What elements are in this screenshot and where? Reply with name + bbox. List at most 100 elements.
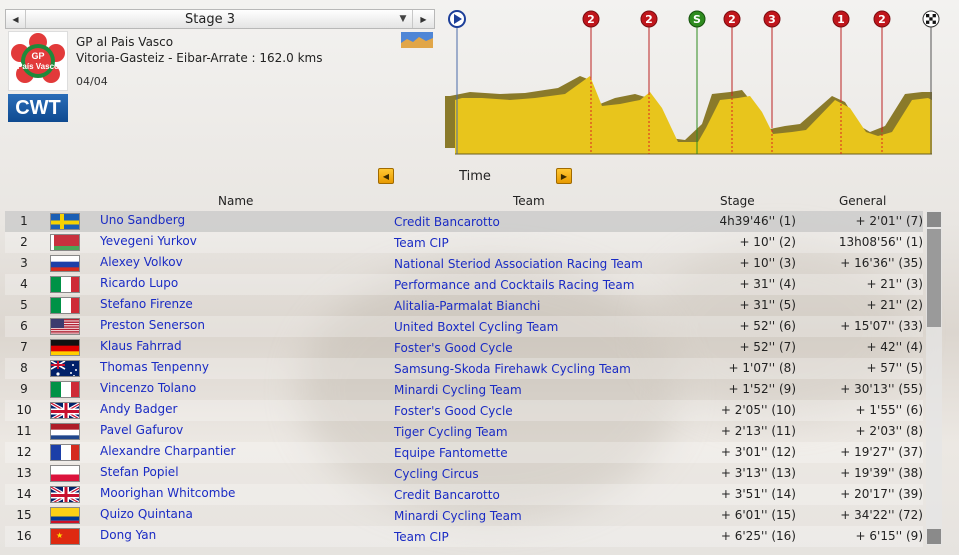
team-name-link[interactable]: Foster's Good Cycle — [394, 401, 513, 422]
prev-stage-button[interactable]: ◀ — [6, 10, 26, 28]
team-name-link[interactable]: Samsung-Skoda Firehawk Cycling Team — [394, 359, 631, 380]
general-time-cell: + 15'07'' (33) — [840, 319, 923, 333]
sprint-marker-icon[interactable]: S — [688, 10, 706, 28]
triangle-down-icon: ▼ — [399, 14, 407, 24]
team-name-link[interactable]: Minardi Cycling Team — [394, 506, 522, 527]
table-row[interactable]: 14 Moorighan Whitcombe Credit Bancarotto… — [5, 484, 923, 505]
stage-dropdown-button[interactable]: ▼ — [394, 14, 412, 24]
column-header-team[interactable]: Team — [513, 194, 545, 208]
stage-time-cell: + 3'01'' (12) — [720, 445, 796, 459]
rank-cell: 7 — [20, 340, 28, 354]
rider-name-link[interactable]: Yevegeni Yurkov — [100, 231, 197, 252]
rider-name-link[interactable]: Vincenzo Tolano — [100, 378, 196, 399]
rider-name-link[interactable]: Pavel Gafurov — [100, 420, 183, 441]
table-row[interactable]: 3 Alexey Volkov National Steriod Associa… — [5, 253, 923, 274]
scroll-down-button[interactable] — [927, 529, 941, 544]
climb-marker-icon[interactable]: 2 — [640, 10, 658, 28]
climb-marker-icon[interactable]: 2 — [873, 10, 891, 28]
results-scrollbar[interactable] — [926, 211, 942, 545]
team-name-link[interactable]: National Steriod Association Racing Team — [394, 254, 643, 275]
stage-selector[interactable]: ◀ Stage 3 ▼ ▶ — [5, 9, 435, 29]
scroll-up-button[interactable] — [927, 212, 941, 227]
team-name-link[interactable]: Team CIP — [394, 527, 449, 548]
rank-cell: 8 — [20, 361, 28, 375]
team-name-link[interactable]: Team CIP — [394, 233, 449, 254]
table-row[interactable]: 6 Preston Senerson United Boxtel Cycling… — [5, 316, 923, 337]
general-time-cell: + 30'13'' (55) — [840, 382, 923, 396]
stage-time-cell: + 31'' (5) — [739, 298, 796, 312]
table-row[interactable]: 16 ★ Dong Yan Team CIP + 6'25'' (16) + 6… — [5, 526, 923, 547]
rider-name-link[interactable]: Alexey Volkov — [100, 252, 183, 273]
finish-flag-icon[interactable] — [922, 10, 940, 28]
table-row[interactable]: 4 Ricardo Lupo Performance and Cocktails… — [5, 274, 923, 295]
rank-cell: 13 — [16, 466, 32, 480]
team-name-link[interactable]: Alitalia-Parmalat Bianchi — [394, 296, 540, 317]
rider-name-link[interactable]: Dong Yan — [100, 525, 156, 546]
country-flag-icon — [50, 465, 80, 482]
table-row[interactable]: 13 Stefan Popiel Cycling Circus + 3'13''… — [5, 463, 923, 484]
team-name-link[interactable]: Tiger Cycling Team — [394, 422, 508, 443]
column-header-stage[interactable]: Stage — [720, 194, 755, 208]
climb-marker-icon[interactable]: 2 — [723, 10, 741, 28]
team-name-link[interactable]: Minardi Cycling Team — [394, 380, 522, 401]
rider-name-link[interactable]: Preston Senerson — [100, 315, 205, 336]
rank-cell: 6 — [20, 319, 28, 333]
race-name: GP al Pais Vasco — [76, 35, 174, 49]
table-row[interactable]: 9 Vincenzo Tolano Minardi Cycling Team +… — [5, 379, 923, 400]
climb-marker-icon[interactable]: 3 — [763, 10, 781, 28]
team-name-link[interactable]: Cycling Circus — [394, 464, 479, 485]
team-name-link[interactable]: Foster's Good Cycle — [394, 338, 513, 359]
race-route: Vitoria-Gasteiz - Eibar-Arrate : 162.0 k… — [76, 51, 323, 65]
rider-name-link[interactable]: Klaus Fahrrad — [100, 336, 182, 357]
stage-time-cell: + 2'05'' (10) — [720, 403, 796, 417]
table-row[interactable]: 10 Andy Badger Foster's Good Cycle + 2'0… — [5, 400, 923, 421]
table-row[interactable]: 15 Quizo Quintana Minardi Cycling Team +… — [5, 505, 923, 526]
team-name-link[interactable]: Equipe Fantomette — [394, 443, 508, 464]
rank-cell: 10 — [16, 403, 32, 417]
scrollbar-thumb[interactable] — [927, 229, 941, 327]
climb-marker-icon[interactable]: 2 — [582, 10, 600, 28]
team-name-link[interactable]: Credit Bancarotto — [394, 485, 500, 506]
rank-cell: 9 — [20, 382, 28, 396]
table-row[interactable]: 11 Pavel Gafurov Tiger Cycling Team + 2'… — [5, 421, 923, 442]
climb-marker-icon[interactable]: 1 — [832, 10, 850, 28]
rider-name-link[interactable]: Ricardo Lupo — [100, 273, 178, 294]
stage-time-cell: + 31'' (4) — [739, 277, 796, 291]
climb-category: 2 — [645, 13, 653, 26]
climb-category: 1 — [837, 13, 845, 26]
table-row[interactable]: 2 Yevegeni Yurkov Team CIP + 10'' (2) 13… — [5, 232, 923, 253]
general-time-cell: + 57'' (5) — [866, 361, 923, 375]
rank-cell: 4 — [20, 277, 28, 291]
svg-text:★: ★ — [56, 531, 63, 540]
country-flag-icon — [50, 276, 80, 293]
table-row[interactable]: 1 Uno Sandberg Credit Bancarotto 4h39'46… — [5, 211, 923, 232]
stage-time-cell: + 3'51'' (14) — [720, 487, 796, 501]
country-flag-icon — [50, 213, 80, 230]
country-flag-icon — [50, 423, 80, 440]
stage-profile-chart: 2 2 S 2 3 1 2 — [445, 10, 940, 155]
column-header-name[interactable]: Name — [218, 194, 253, 208]
team-name-link[interactable]: Credit Bancarotto — [394, 212, 500, 233]
column-header-general[interactable]: General — [839, 194, 886, 208]
team-name-link[interactable]: Performance and Cocktails Racing Team — [394, 275, 634, 296]
rider-name-link[interactable]: Uno Sandberg — [100, 210, 185, 231]
team-name-link[interactable]: United Boxtel Cycling Team — [394, 317, 558, 338]
table-row[interactable]: 7 Klaus Fahrrad Foster's Good Cycle + 52… — [5, 337, 923, 358]
rider-name-link[interactable]: Quizo Quintana — [100, 504, 193, 525]
start-marker-icon[interactable] — [448, 10, 466, 28]
rider-name-link[interactable]: Moorighan Whitcombe — [100, 483, 235, 504]
rider-name-link[interactable]: Stefano Firenze — [100, 294, 193, 315]
table-row[interactable]: 12 Alexandre Charpantier Equipe Fantomet… — [5, 442, 923, 463]
ranking-type-label: Time — [459, 169, 491, 184]
general-time-cell: + 16'36'' (35) — [840, 256, 923, 270]
country-flag-icon — [50, 339, 80, 356]
next-ranking-button[interactable]: ▶ — [556, 168, 572, 184]
stage-time-cell: + 1'52'' (9) — [728, 382, 796, 396]
table-row[interactable]: 8 Thomas Tenpenny Samsung-Skoda Firehawk… — [5, 358, 923, 379]
next-stage-button[interactable]: ▶ — [412, 10, 434, 28]
rider-name-link[interactable]: Stefan Popiel — [100, 462, 179, 483]
rider-name-link[interactable]: Alexandre Charpantier — [100, 441, 235, 462]
rider-name-link[interactable]: Andy Badger — [100, 399, 177, 420]
table-row[interactable]: 5 Stefano Firenze Alitalia-Parmalat Bian… — [5, 295, 923, 316]
rider-name-link[interactable]: Thomas Tenpenny — [100, 357, 209, 378]
